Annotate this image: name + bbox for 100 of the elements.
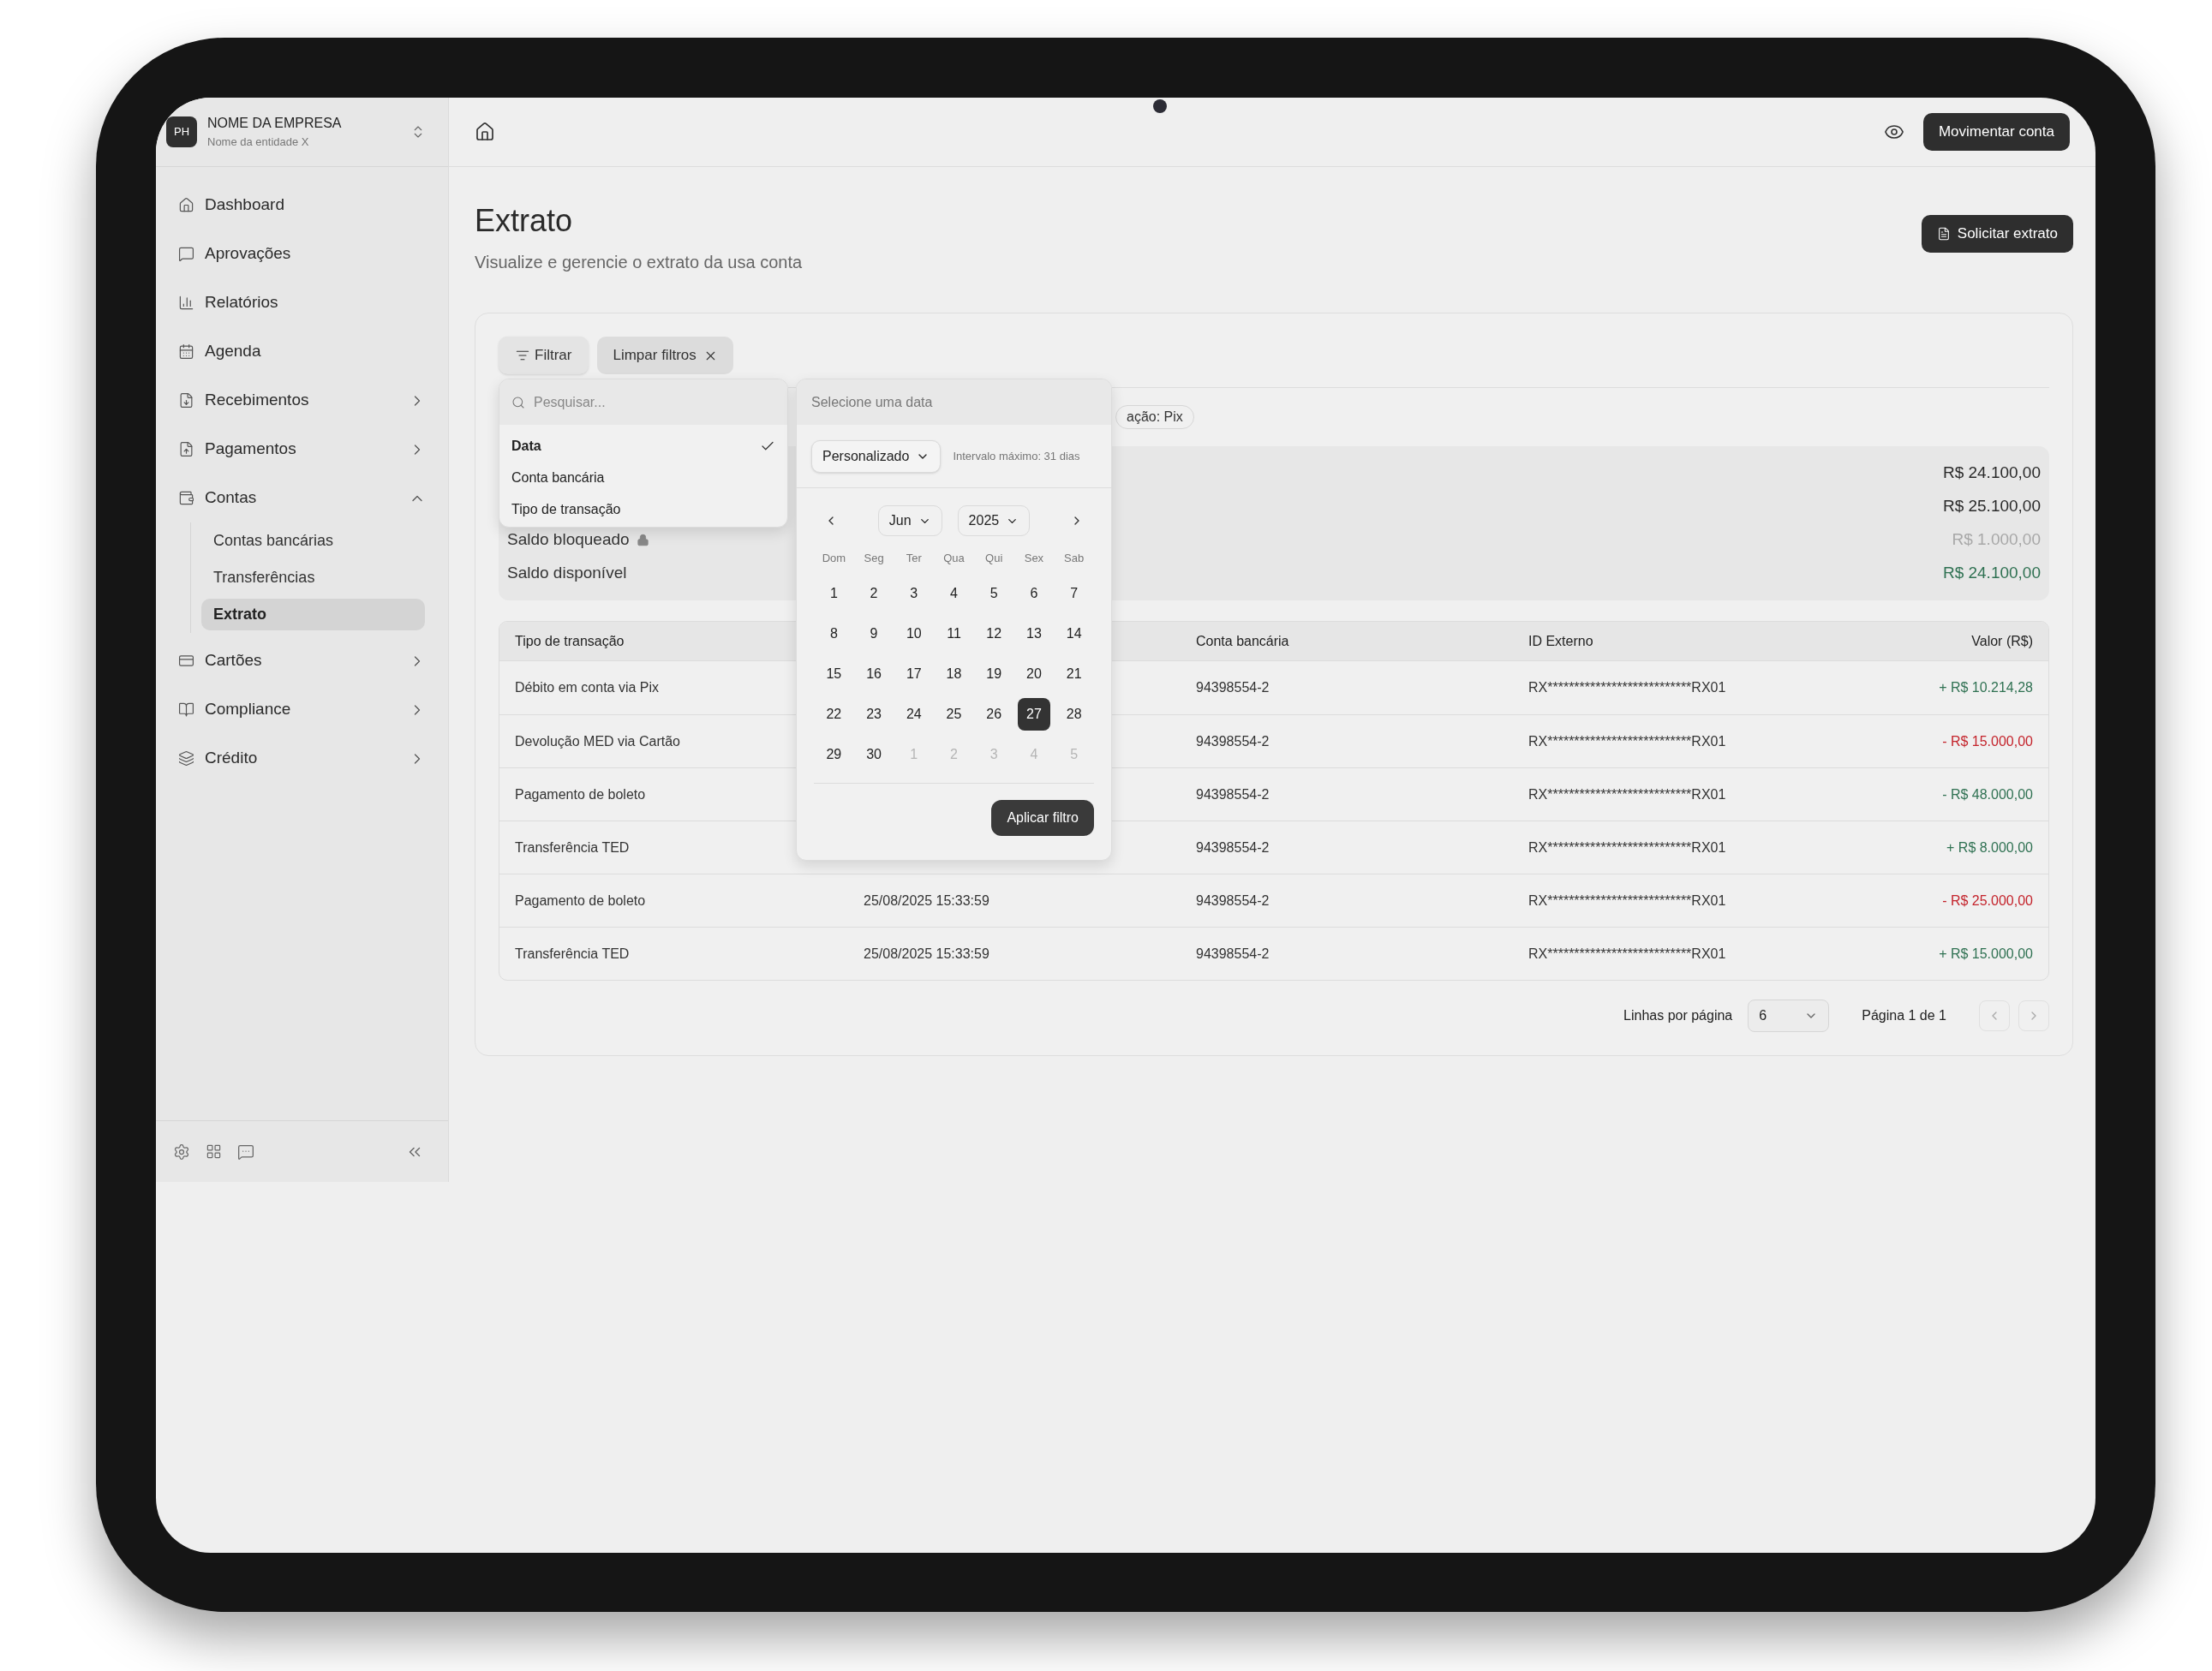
calendar-day[interactable]: 29 (817, 737, 851, 771)
calendar-day[interactable]: 1 (817, 576, 851, 610)
sidebar-subitem[interactable]: Transferências (201, 562, 425, 594)
rows-per-page-select[interactable]: 6 (1748, 1000, 1830, 1032)
calendar-day[interactable]: 26 (977, 697, 1011, 731)
year-select[interactable]: 2025 (957, 505, 1031, 536)
balance-value: R$ 24.100,00 (1942, 563, 2041, 584)
book-icon (178, 701, 194, 718)
menu-option[interactable]: Data (499, 430, 787, 462)
table-cell-text: Débito em conta via Pix (514, 679, 661, 696)
table-cell-text: + R$ 8.000,00 (1946, 838, 2034, 856)
company-name: NOME DA EMPRESA (207, 115, 343, 133)
sidebar-item[interactable]: Aprovações (156, 230, 448, 278)
weekday-label: Dom (821, 551, 847, 567)
calendar-day[interactable]: 19 (977, 657, 1011, 690)
table-cell-text: Transferência TED (514, 945, 631, 963)
table-cell-text: Pagamento de boleto (514, 785, 647, 803)
sidebar-item[interactable]: Relatórios (156, 278, 448, 327)
calendar-day[interactable]: 11 (937, 617, 971, 650)
calendar-day[interactable]: 18 (937, 657, 971, 690)
calendar-day[interactable]: 2 (858, 576, 891, 610)
sidebar-subitem[interactable]: Contas bancárias (201, 525, 425, 557)
calendar-icon (178, 343, 194, 360)
file-upload-icon (178, 441, 194, 457)
column-header: Conta bancária (1195, 632, 1290, 650)
month-select[interactable]: Jun (877, 505, 942, 536)
balance-label: Saldo disponível (507, 563, 627, 584)
table-cell-text: RX***************************RX01 (1527, 838, 1727, 856)
calendar-day[interactable]: 5 (977, 576, 1011, 610)
table-cell-text: 25/08/2025 15:33:59 (863, 892, 990, 908)
calendar-day[interactable]: 7 (1057, 576, 1091, 610)
page-indicator: Página 1 de 1 (1862, 1007, 1946, 1024)
search-field[interactable]: Pesquisar... (499, 379, 787, 425)
table-cell-text: 94398554-2 (1195, 945, 1270, 963)
column-header: Valor (R$) (1970, 632, 2034, 650)
table-cell-text: RX***************************RX01 (1527, 945, 1727, 963)
clear-filters-button[interactable]: Limpar filtros (597, 337, 733, 374)
column-header: Tipo de transação (514, 632, 625, 650)
table-cell-text: - R$ 25.000,00 (1941, 892, 2034, 910)
column-header: ID Externo (1527, 632, 1594, 650)
sidebar-item[interactable]: Crédito (156, 734, 448, 783)
calendar-day[interactable]: 22 (817, 697, 851, 731)
sidebar-item[interactable]: Pagamentos (156, 425, 448, 474)
sidebar-item[interactable]: Compliance (156, 685, 448, 734)
sidebar-item[interactable]: Recebimentos (156, 376, 448, 425)
table-cell-text: 94398554-2 (1195, 892, 1270, 910)
chat-icon[interactable] (237, 1143, 254, 1161)
layers-icon (178, 750, 194, 767)
table-cell-text: 94398554-2 (1195, 732, 1270, 750)
apps-icon[interactable] (206, 1143, 222, 1160)
balance-label: Saldo bloqueado (507, 529, 630, 551)
calendar-day[interactable]: 21 (1057, 657, 1091, 690)
rows-per-page-label: Linhas por página (1623, 1007, 1733, 1024)
search-field[interactable]: Pesquisar... (534, 391, 775, 413)
apply-filter-button[interactable]: Aplicar filtro (991, 800, 1094, 836)
document-icon (1936, 227, 1951, 241)
weekday-label: Seg (863, 551, 885, 567)
calendar-day[interactable]: 13 (1017, 617, 1050, 650)
move-account-button[interactable]: Movimentar conta (1922, 113, 2070, 151)
calendar-day[interactable]: 23 (858, 697, 891, 731)
sidebar-item[interactable]: Agenda (156, 327, 448, 376)
range-mode-select[interactable]: Personalizado (811, 439, 942, 473)
entity-name: Nome da entidade X (207, 134, 310, 151)
weekday-label: Ter (905, 551, 923, 567)
calendar-day[interactable]: 28 (1057, 697, 1091, 731)
table-cell-text: Devolução MED via Cartão (514, 732, 681, 750)
calendar-day[interactable]: 25 (937, 697, 971, 731)
calendar-day[interactable]: 8 (817, 617, 851, 650)
calendar-day[interactable]: 6 (1017, 576, 1050, 610)
home-icon[interactable] (475, 122, 495, 142)
calendar-day[interactable]: 24 (897, 697, 930, 731)
filter-button[interactable]: Filtrar (499, 337, 589, 374)
page-title: Extrato (475, 202, 574, 240)
weekday-label: Sex (1023, 551, 1045, 567)
calendar-day[interactable]: 20 (1017, 657, 1050, 690)
calendar-day[interactable]: 10 (897, 617, 930, 650)
calendar-day[interactable]: 4 (937, 576, 971, 610)
table-cell-text: RX***************************RX01 (1527, 732, 1727, 750)
calendar-day[interactable]: 3 (897, 576, 930, 610)
calendar-day[interactable]: 15 (817, 657, 851, 690)
calendar-day[interactable]: 17 (897, 657, 930, 690)
sidebar-item[interactable]: Cartões (156, 636, 448, 685)
table-cell-text: RX***************************RX01 (1527, 679, 1727, 696)
calendar-day[interactable]: 9 (858, 617, 891, 650)
table-cell-text: 25/08/2025 15:33:59 (863, 946, 990, 961)
menu-option[interactable]: Conta bancária (499, 462, 787, 493)
sidebar-item[interactable]: Dashboard (156, 181, 448, 230)
request-statement-button[interactable]: Solicitar extrato (1921, 215, 2073, 253)
weekday-label: Qui (984, 551, 1004, 567)
table-cell-text: 94398554-2 (1195, 785, 1270, 803)
calendar-day[interactable]: 30 (858, 737, 891, 771)
sidebar-item[interactable]: Contas (156, 474, 448, 522)
calendar-day[interactable]: 16 (858, 657, 891, 690)
settings-icon[interactable] (173, 1143, 190, 1161)
calendar-day[interactable]: 12 (977, 617, 1011, 650)
menu-option[interactable]: Tipo de transação (499, 493, 787, 525)
file-download-icon (178, 392, 194, 409)
calendar-day[interactable]: 14 (1057, 617, 1091, 650)
calendar-day[interactable]: 27 (1017, 697, 1050, 731)
sidebar-subitem[interactable]: Extrato (201, 599, 425, 630)
